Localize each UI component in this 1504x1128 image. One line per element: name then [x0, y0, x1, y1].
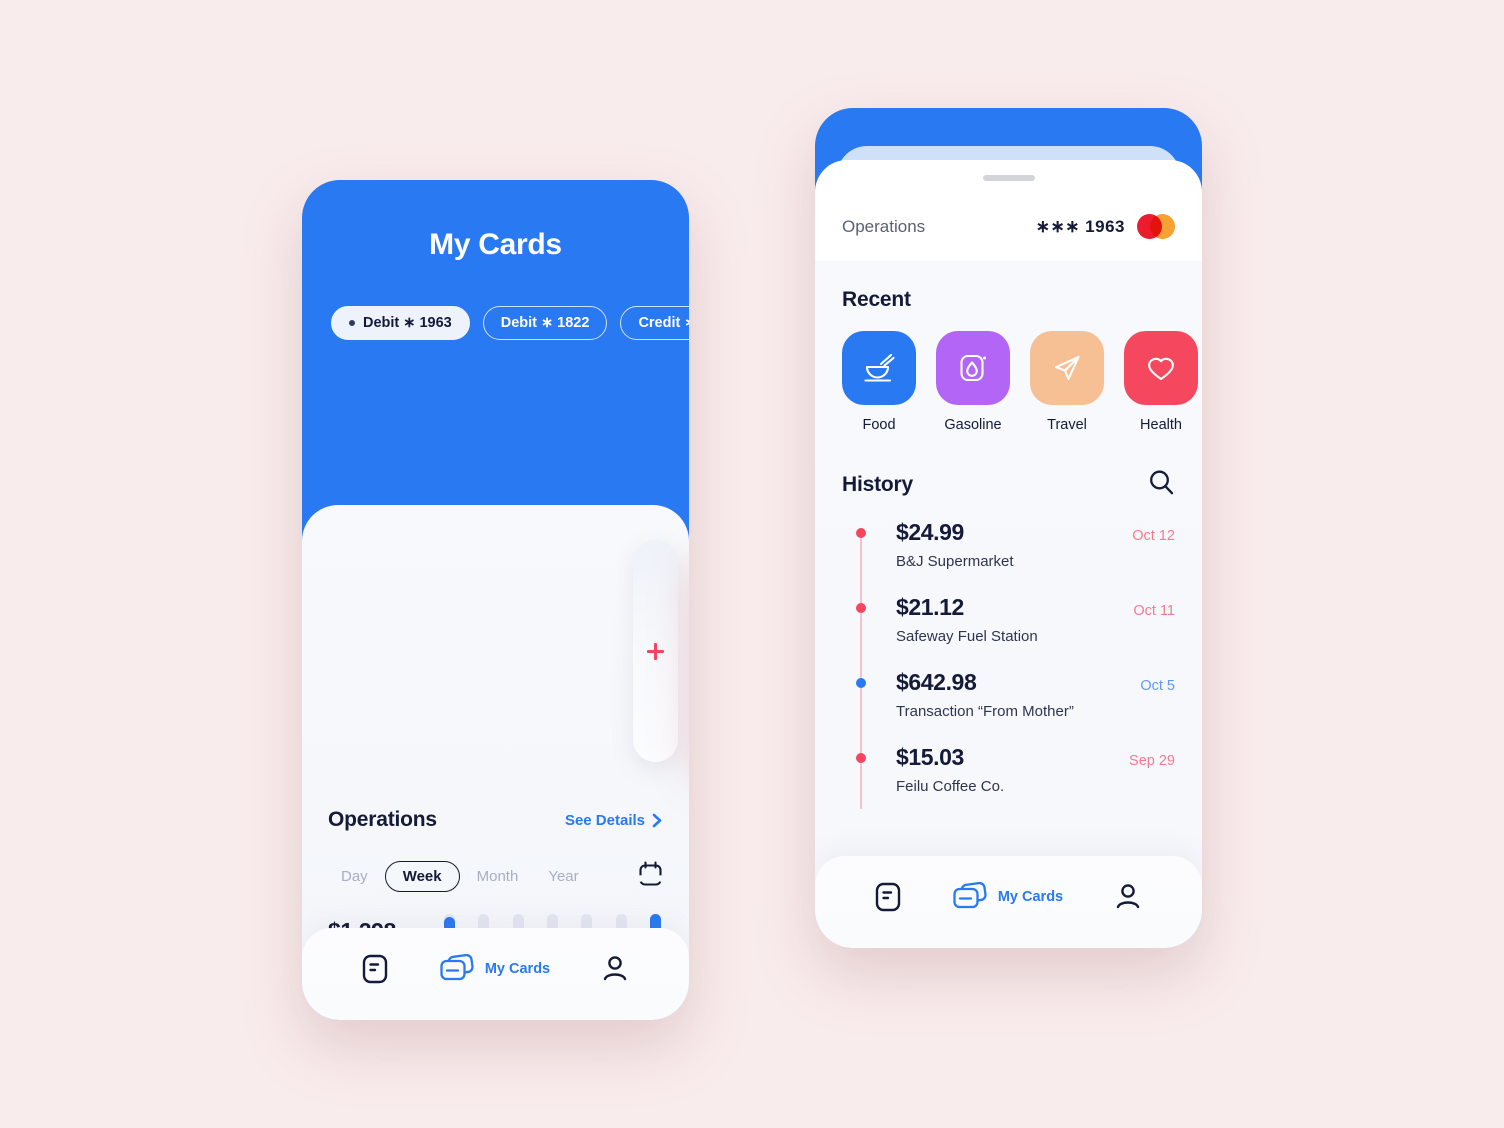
category-label: Food [862, 417, 896, 433]
operations-header: Operations See Details [302, 808, 689, 832]
category-gasoline[interactable]: Gasoline [936, 331, 1010, 433]
timeline-dot [856, 603, 866, 613]
search-icon [1150, 470, 1174, 495]
phone-my-cards: My Cards Debit ∗ 1963 Debit ∗ 1822 Credi… [302, 180, 689, 1020]
nav-item-profile[interactable] [1114, 882, 1142, 912]
history-timeline: $24.99 B&J Supermarket Oct 12 $21.12 Safeway… [815, 519, 1202, 809]
nav-label-my-cards: My Cards [997, 889, 1064, 905]
noodle-bowl-icon [842, 331, 916, 405]
history-amount: $24.99 [896, 519, 964, 545]
history-row-info: $24.99 B&J Supermarket [842, 519, 1132, 570]
calendar-icon [638, 861, 663, 886]
history-row[interactable]: $15.03 Feilu Coffee Co. Sep 29 [842, 744, 1202, 795]
history-description: Safeway Fuel Station [896, 628, 1038, 645]
recent-header: Recent [815, 261, 1202, 312]
history-row-info: $21.12 Safeway Fuel Station [842, 594, 1133, 645]
category-label: Health [1140, 417, 1182, 433]
range-month[interactable]: Month [464, 861, 532, 892]
bottom-nav-phone2: My Cards [815, 856, 1202, 948]
sheet-header-card[interactable]: ∗∗∗ 1963 [1036, 214, 1175, 239]
category-health[interactable]: Health [1124, 331, 1198, 433]
range-selector: Day Week Month Year [302, 861, 689, 892]
history-description: Transaction “From Mother” [896, 703, 1074, 720]
history-title: History [842, 473, 913, 496]
search-button[interactable] [1148, 469, 1175, 501]
see-details-link[interactable]: See Details [565, 812, 663, 829]
sheet-header: Operations ∗∗∗ 1963 [815, 214, 1202, 239]
recent-title: Recent [842, 288, 911, 311]
nav-item-profile[interactable] [601, 954, 629, 984]
person-icon [1117, 884, 1140, 909]
chevron-right-icon [652, 813, 662, 827]
phone-operations: Operations ∗∗∗ 1963 Recent Food Gasoline T… [815, 108, 1202, 948]
category-label: Gasoline [944, 417, 1002, 433]
nav-item-documents[interactable] [362, 954, 388, 984]
history-amount: $21.12 [896, 594, 964, 620]
history-date: Oct 11 [1133, 603, 1175, 619]
documents-icon [875, 882, 900, 912]
drag-handle[interactable] [982, 175, 1035, 181]
cards-icon [440, 954, 474, 981]
active-dot-icon [349, 320, 355, 326]
see-details-label: See Details [564, 811, 645, 829]
bottom-nav-phone1: My Cards [302, 928, 689, 1020]
person-icon [604, 956, 627, 981]
timeline-dot [856, 678, 866, 688]
history-row-info: $15.03 Feilu Coffee Co. [842, 744, 1129, 795]
history-header: History [815, 469, 1202, 501]
history-row[interactable]: $24.99 B&J Supermarket Oct 12 [842, 519, 1202, 570]
card-chip-label: Debit ∗ 1822 [500, 315, 590, 331]
range-day[interactable]: Day [328, 861, 381, 892]
operations-title: Operations [328, 808, 437, 831]
mastercard-icon [1137, 214, 1175, 239]
history-amount: $642.98 [896, 669, 977, 695]
fuel-drop-icon [936, 331, 1010, 405]
page-title: My Cards [429, 228, 562, 261]
calendar-button[interactable] [638, 861, 663, 892]
cards-icon [953, 882, 987, 909]
nav-item-my-cards[interactable]: My Cards [952, 882, 1063, 912]
category-food[interactable]: Food [842, 331, 916, 433]
category-travel[interactable]: Travel [1030, 331, 1104, 433]
sheet-title: Operations [842, 216, 926, 236]
nav-item-my-cards[interactable]: My Cards [439, 954, 550, 984]
timeline-dot [856, 753, 866, 763]
history-date: Oct 5 [1140, 678, 1175, 694]
history-row[interactable]: $21.12 Safeway Fuel Station Oct 11 [842, 594, 1202, 645]
card-chip-label: Debit ∗ 1963 [363, 315, 452, 331]
add-card-button[interactable] [633, 540, 678, 762]
masked-card-number: ∗∗∗ 1963 [1035, 216, 1125, 236]
category-label: Travel [1047, 417, 1087, 433]
heart-icon [1124, 331, 1198, 405]
history-row[interactable]: $642.98 Transaction “From Mother” Oct 5 [842, 669, 1202, 720]
card-chip-label: Credit ∗ 2 [638, 315, 689, 331]
nav-item-documents[interactable] [875, 882, 901, 912]
history-description: Feilu Coffee Co. [896, 778, 1005, 795]
history-description: B&J Supermarket [896, 553, 1014, 570]
canvas: My Cards Debit ∗ 1963 Debit ∗ 1822 Credi… [0, 0, 1504, 1128]
plus-icon [647, 642, 664, 660]
range-week[interactable]: Week [384, 861, 460, 892]
timeline-dot [856, 528, 866, 538]
range-year[interactable]: Year [535, 861, 591, 892]
history-row-info: $642.98 Transaction “From Mother” [842, 669, 1140, 720]
category-list: Food Gasoline Travel Health [815, 312, 1202, 433]
card-chip-credit[interactable]: Credit ∗ 2 [620, 306, 689, 340]
card-chip-debit-1963[interactable]: Debit ∗ 1963 [331, 306, 470, 340]
nav-label-my-cards: My Cards [484, 961, 551, 977]
operations-content: Recent Food Gasoline Travel Health History … [815, 261, 1202, 896]
card-chip-debit-1822[interactable]: Debit ∗ 1822 [482, 306, 608, 340]
documents-icon [362, 954, 387, 984]
paper-plane-icon [1030, 331, 1104, 405]
history-date: Oct 12 [1132, 528, 1175, 544]
history-date: Sep 29 [1129, 753, 1175, 769]
history-amount: $15.03 [896, 744, 964, 770]
card-chip-list: Debit ∗ 1963 Debit ∗ 1822 Credit ∗ 2 [302, 306, 689, 340]
